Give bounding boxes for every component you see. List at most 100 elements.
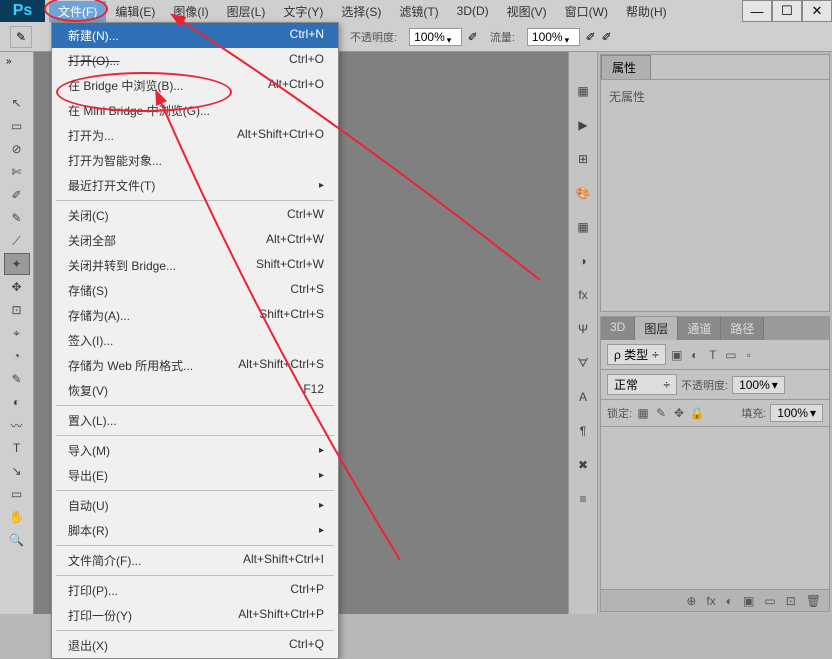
menu-窗口[interactable]: 窗口(W) [556,1,617,22]
layer-footer-icon-2[interactable]: ◐ [726,594,733,608]
layer-footer-icon-4[interactable]: ▭ [764,594,775,608]
dock-icon-3[interactable]: 🎨 [572,182,594,204]
tool-8[interactable]: ✥ [4,276,30,298]
menuitem-5[interactable]: 打开为智能对象... [52,148,338,173]
menuitem-10[interactable]: 关闭并转到 Bridge...Shift+Ctrl+W [52,253,338,278]
tool-14[interactable]: 〰 [4,414,30,436]
airbrush-icon[interactable]: ✐ [586,30,596,44]
menu-帮助[interactable]: 帮助(H) [617,1,676,22]
lock-transparent-icon[interactable]: ▦ [636,406,650,420]
dock-icon-2[interactable]: ⊞ [572,148,594,170]
dock-icon-12[interactable]: ≡ [572,488,594,510]
tool-0[interactable]: ↖ [4,92,30,114]
panel-tab-路径[interactable]: 路径 [721,317,764,340]
maximize-button[interactable]: ☐ [772,0,802,22]
tool-2[interactable]: ⊘ [4,138,30,160]
tool-13[interactable]: ◐ [4,391,30,413]
tool-11[interactable]: ◔ [4,345,30,367]
menuitem-3[interactable]: 在 Mini Bridge 中浏览(G)... [52,98,338,123]
tool-3[interactable]: ✄ [4,161,30,183]
menuitem-6[interactable]: 最近打开文件(T) [52,173,338,198]
menuitem-9[interactable]: 关闭全部Alt+Ctrl+W [52,228,338,253]
dock-icon-9[interactable]: A [572,386,594,408]
properties-tab[interactable]: 属性 [601,55,651,79]
menu-图层[interactable]: 图层(L) [218,1,275,22]
menuitem-4[interactable]: 打开为...Alt+Shift+Ctrl+O [52,123,338,148]
menu-滤镜[interactable]: 滤镜(T) [390,1,447,22]
tool-17[interactable]: ▭ [4,483,30,505]
menuitem-30[interactable]: 退出(X)Ctrl+Q [52,633,338,658]
menuitem-19[interactable]: 导入(M) [52,438,338,463]
dock-icon-11[interactable]: ✖ [572,454,594,476]
menu-3d[interactable]: 3D(D) [448,2,498,20]
menuitem-13[interactable]: 签入(I)... [52,328,338,353]
layer-opacity-field[interactable]: 100%▾ [732,376,785,394]
menuitem-12[interactable]: 存储为(A)...Shift+Ctrl+S [52,303,338,328]
lock-position-icon[interactable]: ✥ [672,406,686,420]
menuitem-8[interactable]: 关闭(C)Ctrl+W [52,203,338,228]
dock-icon-0[interactable]: ▦ [572,80,594,102]
close-button[interactable]: ✕ [802,0,832,22]
menuitem-25[interactable]: 文件简介(F)...Alt+Shift+Ctrl+I [52,548,338,573]
layers-list[interactable] [601,427,829,589]
menu-图像[interactable]: 图像(I) [164,1,217,22]
tool-15[interactable]: T [4,437,30,459]
current-tool-icon[interactable]: ✎ [10,26,32,48]
layer-footer-icon-1[interactable]: fx [706,594,715,608]
flow-field[interactable]: 100% [527,28,580,46]
blend-mode-select[interactable]: 正常 ÷ [607,374,677,395]
filter-pixel-icon[interactable]: ▣ [670,348,684,362]
filter-adjust-icon[interactable]: ◐ [688,348,702,362]
dock-icon-10[interactable]: ¶ [572,420,594,442]
dock-icon-7[interactable]: Ψ [572,318,594,340]
dock-icon-4[interactable]: ▦ [572,216,594,238]
menuitem-28[interactable]: 打印一份(Y)Alt+Shift+Ctrl+P [52,603,338,628]
menuitem-17[interactable]: 置入(L)... [52,408,338,433]
tool-18[interactable]: ✋ [4,506,30,528]
menuitem-0[interactable]: 新建(N)...Ctrl+N [52,23,338,48]
dock-icon-1[interactable]: ▶ [572,114,594,136]
menu-视图[interactable]: 视图(V) [498,1,556,22]
tool-19[interactable]: 🔍 [4,529,30,551]
filter-smart-icon[interactable]: ▫ [742,348,756,362]
layer-footer-icon-6[interactable]: 🗑 [806,594,821,608]
layer-footer-icon-5[interactable]: ⊡ [786,594,796,608]
layer-kind-filter[interactable]: ρ 类型 ÷ [607,344,666,365]
menu-编辑[interactable]: 编辑(E) [106,1,164,22]
layer-footer-icon-0[interactable]: ⊕ [686,594,696,608]
menuitem-27[interactable]: 打印(P)...Ctrl+P [52,578,338,603]
tool-12[interactable]: ✎ [4,368,30,390]
pressure-size-icon[interactable]: ✐ [602,30,612,44]
tool-16[interactable]: ↘ [4,460,30,482]
tool-4[interactable]: ✐ [4,184,30,206]
layer-fill-field[interactable]: 100%▾ [770,404,823,422]
minimize-button[interactable]: — [742,0,772,22]
menuitem-1[interactable]: 打开(O)...Ctrl+O [52,48,338,73]
filter-shape-icon[interactable]: ▭ [724,348,738,362]
lock-paint-icon[interactable]: ✎ [654,406,668,420]
menuitem-23[interactable]: 脚本(R) [52,518,338,543]
menuitem-2[interactable]: 在 Bridge 中浏览(B)...Alt+Ctrl+O [52,73,338,98]
panel-tab-通道[interactable]: 通道 [678,317,721,340]
tool-7[interactable]: ✦ [4,253,30,275]
panel-tab-3D[interactable]: 3D [601,317,635,340]
tool-6[interactable]: ⟋ [4,230,30,252]
opacity-field[interactable]: 100% [409,28,462,46]
tool-1[interactable]: ▭ [4,115,30,137]
menuitem-14[interactable]: 存储为 Web 所用格式...Alt+Shift+Ctrl+S [52,353,338,378]
dock-icon-5[interactable]: ◑ [572,250,594,272]
menu-文件[interactable]: 文件(F) [49,1,106,22]
layer-footer-icon-3[interactable]: ▣ [743,594,754,608]
menuitem-22[interactable]: 自动(U) [52,493,338,518]
tool-10[interactable]: ⌖ [4,322,30,344]
lock-all-icon[interactable]: 🔒 [690,406,704,420]
tool-5[interactable]: ✎ [4,207,30,229]
dock-icon-8[interactable]: ᗊ [572,352,594,374]
filter-type-icon[interactable]: T [706,348,720,362]
menuitem-20[interactable]: 导出(E) [52,463,338,488]
toolbox-expand-icon[interactable]: » [6,56,12,67]
panel-tab-图层[interactable]: 图层 [635,317,678,340]
tool-9[interactable]: ⊡ [4,299,30,321]
menu-选择[interactable]: 选择(S) [332,1,390,22]
menuitem-11[interactable]: 存储(S)Ctrl+S [52,278,338,303]
